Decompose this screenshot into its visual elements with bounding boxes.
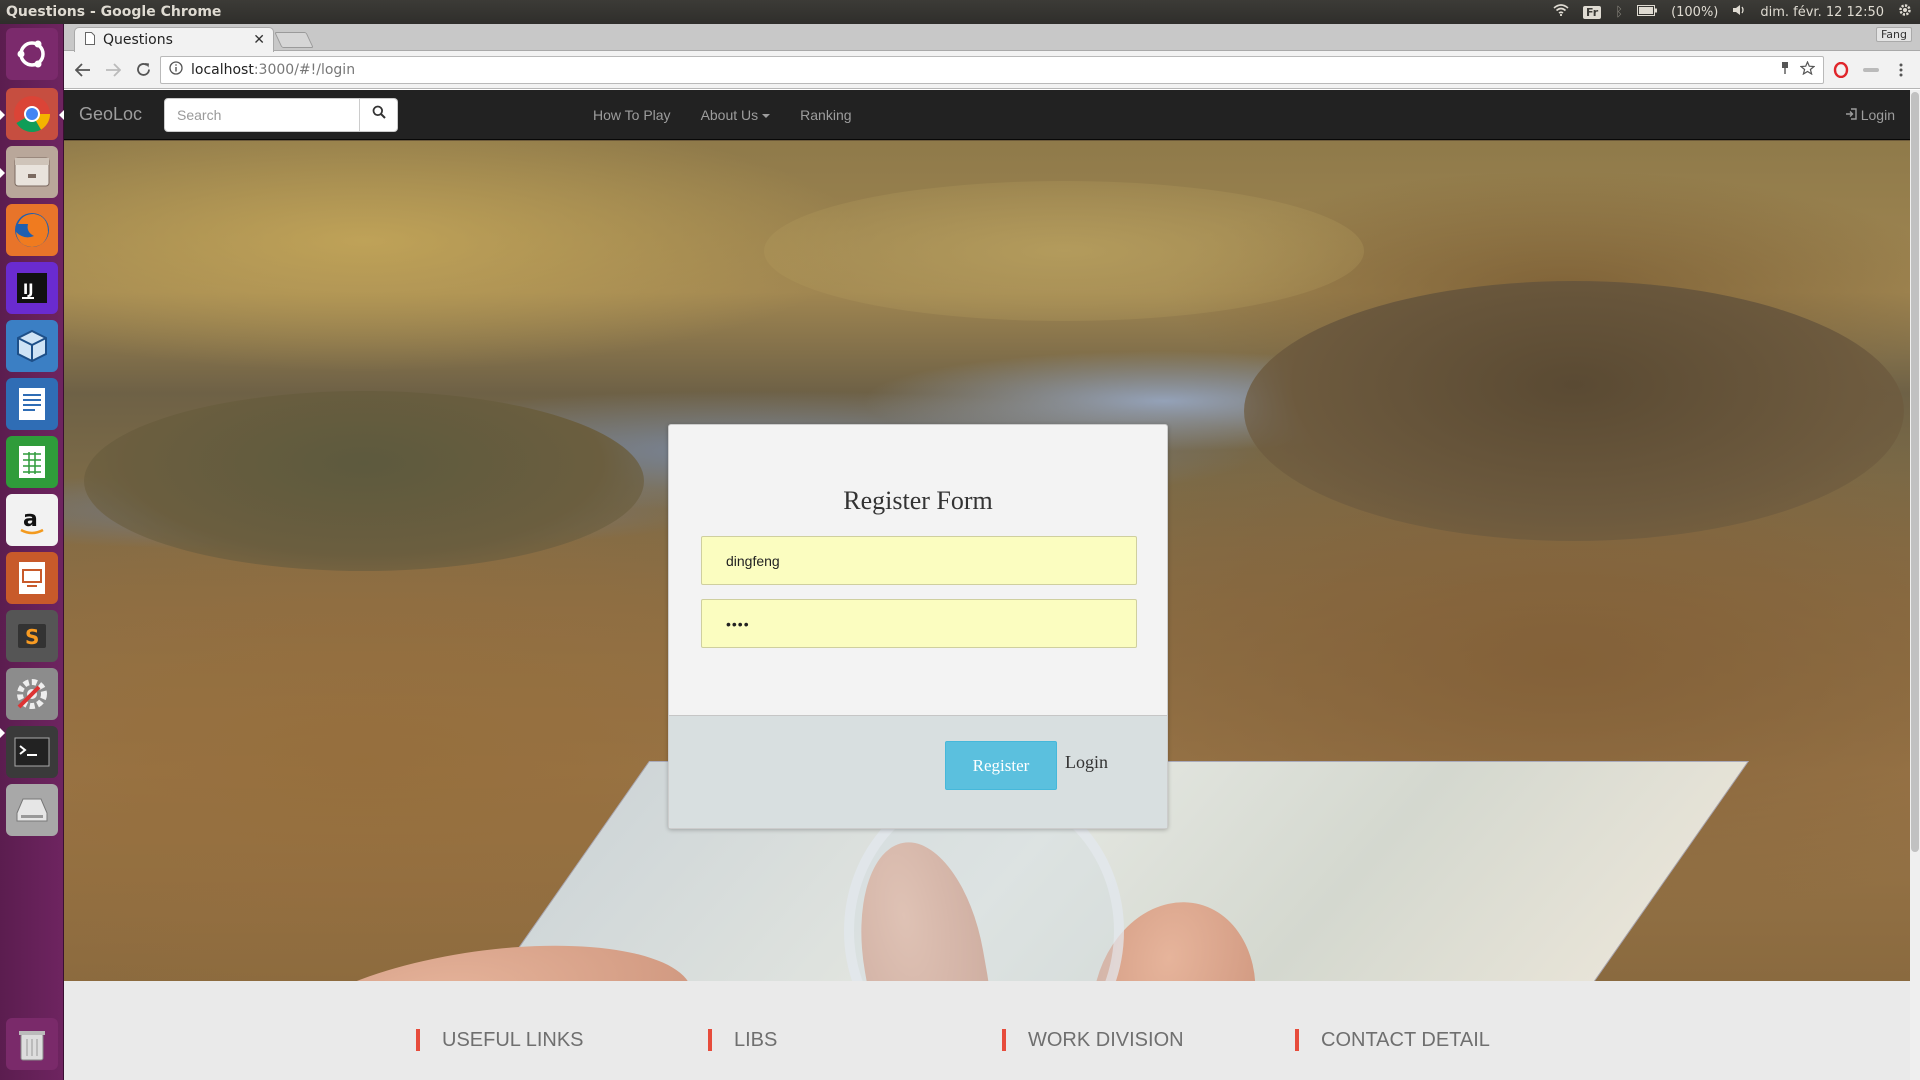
- extension-icon[interactable]: [1858, 57, 1884, 83]
- svg-text:IJ: IJ: [23, 282, 33, 298]
- svg-text:S: S: [25, 625, 39, 649]
- menu-icon[interactable]: [1888, 57, 1914, 83]
- url-host: localhost: [191, 61, 254, 78]
- page-info-icon[interactable]: [169, 60, 183, 79]
- bookmark-star-icon[interactable]: [1799, 59, 1816, 79]
- chrome-icon[interactable]: [6, 88, 58, 140]
- impress-icon[interactable]: [6, 552, 58, 604]
- wifi-icon[interactable]: [1553, 4, 1569, 20]
- app-launcher: IJ a S: [0, 24, 64, 1080]
- virtualbox-icon[interactable]: [6, 320, 58, 372]
- browser-tab[interactable]: Questions ✕: [74, 27, 274, 52]
- footer-heading-useful-links: USEFUL LINKS: [416, 1029, 584, 1051]
- nav-login-label: Login: [1860, 106, 1895, 123]
- tab-strip: Questions ✕ Fang: [64, 24, 1920, 52]
- file-manager-icon[interactable]: [6, 146, 58, 198]
- running-indicator: [0, 110, 5, 120]
- footer-heading-libs: LIBS: [708, 1029, 777, 1051]
- calc-icon[interactable]: [6, 436, 58, 488]
- system-top-panel: Questions - Google Chrome Fr ᛒ (100%) di…: [0, 0, 1920, 24]
- footer-heading-work-division: WORK DIVISION: [1002, 1029, 1184, 1051]
- password-field[interactable]: ••••: [701, 599, 1137, 648]
- volume-icon[interactable]: [1732, 4, 1746, 20]
- nav-about-us[interactable]: About Us: [686, 90, 786, 140]
- footer-heading-contact-detail: CONTACT DETAIL: [1295, 1029, 1490, 1051]
- back-button[interactable]: [70, 57, 96, 83]
- url-path: :3000/#!/login: [253, 61, 356, 78]
- running-indicator: [0, 728, 5, 738]
- nav-how-to-play[interactable]: How To Play: [578, 90, 686, 140]
- amazon-icon[interactable]: a: [6, 494, 58, 546]
- new-tab-button[interactable]: [274, 32, 314, 48]
- sublime-text-icon[interactable]: S: [6, 610, 58, 662]
- settings-gear-icon[interactable]: [1898, 3, 1912, 21]
- nav-login[interactable]: Login: [1845, 107, 1910, 123]
- page-icon: [85, 31, 95, 49]
- search-button[interactable]: [360, 97, 398, 132]
- hill-shape: [764, 181, 1364, 321]
- forward-button[interactable]: [100, 57, 126, 83]
- login-link[interactable]: Login: [1065, 752, 1108, 773]
- site-brand[interactable]: GeoLoc: [64, 104, 164, 125]
- window-title: Questions - Google Chrome: [6, 4, 222, 20]
- nav-links: How To Play About Us Ranking: [578, 90, 867, 140]
- browser-window: Questions ✕ Fang localhost:3000/#!/login: [64, 24, 1920, 1080]
- writer-icon[interactable]: [6, 378, 58, 430]
- firefox-icon[interactable]: [6, 204, 58, 256]
- intellij-idea-icon[interactable]: IJ: [6, 262, 58, 314]
- keyboard-layout-indicator[interactable]: Fr: [1583, 5, 1602, 19]
- search-icon: [372, 105, 386, 124]
- system-settings-icon[interactable]: [6, 668, 58, 720]
- terminal-icon[interactable]: [6, 726, 58, 778]
- battery-icon[interactable]: [1637, 4, 1658, 20]
- running-indicator: [0, 168, 5, 178]
- username-field[interactable]: dingfeng: [701, 536, 1137, 585]
- close-tab-icon[interactable]: ✕: [253, 32, 265, 48]
- pin-icon[interactable]: [1780, 61, 1790, 79]
- disk-drive-icon[interactable]: [6, 784, 58, 836]
- site-footer: USEFUL LINKS LIBS WORK DIVISION CONTACT …: [64, 981, 1910, 1080]
- register-form-panel: Register Form dingfeng •••• Register Log…: [668, 424, 1168, 829]
- svg-text:a: a: [23, 507, 38, 532]
- scrollbar-thumb[interactable]: [1911, 92, 1919, 852]
- chevron-down-icon: [762, 113, 771, 118]
- trash-icon[interactable]: [6, 1018, 58, 1070]
- hill-shape: [1244, 281, 1904, 541]
- register-button[interactable]: Register: [945, 741, 1057, 790]
- login-icon: [1845, 107, 1857, 123]
- browser-toolbar: localhost:3000/#!/login: [64, 51, 1920, 89]
- opera-extension-icon[interactable]: [1828, 57, 1854, 83]
- page-scrollbar[interactable]: [1910, 90, 1920, 1080]
- nav-about-us-label: About Us: [700, 106, 759, 123]
- bluetooth-icon[interactable]: ᛒ: [1615, 5, 1623, 20]
- search-input[interactable]: [164, 97, 360, 132]
- tab-title: Questions: [103, 32, 173, 48]
- battery-percentage: (100%): [1671, 4, 1719, 20]
- register-form-title: Register Form: [843, 486, 993, 515]
- hill-shape: [84, 391, 644, 571]
- address-bar[interactable]: localhost:3000/#!/login: [160, 55, 1824, 84]
- reload-button[interactable]: [130, 57, 156, 83]
- clock[interactable]: dim. févr. 12 12:50: [1760, 5, 1884, 20]
- profile-button[interactable]: Fang: [1875, 27, 1912, 42]
- page-viewport: GeoLoc How To Play About Us Ranking Logi…: [64, 90, 1910, 1080]
- register-form-footer: Register Login: [669, 715, 1167, 828]
- search-group: [164, 97, 398, 132]
- ubuntu-dash-icon[interactable]: [6, 28, 58, 80]
- site-navbar: GeoLoc How To Play About Us Ranking Logi…: [64, 90, 1910, 140]
- nav-ranking[interactable]: Ranking: [785, 90, 866, 140]
